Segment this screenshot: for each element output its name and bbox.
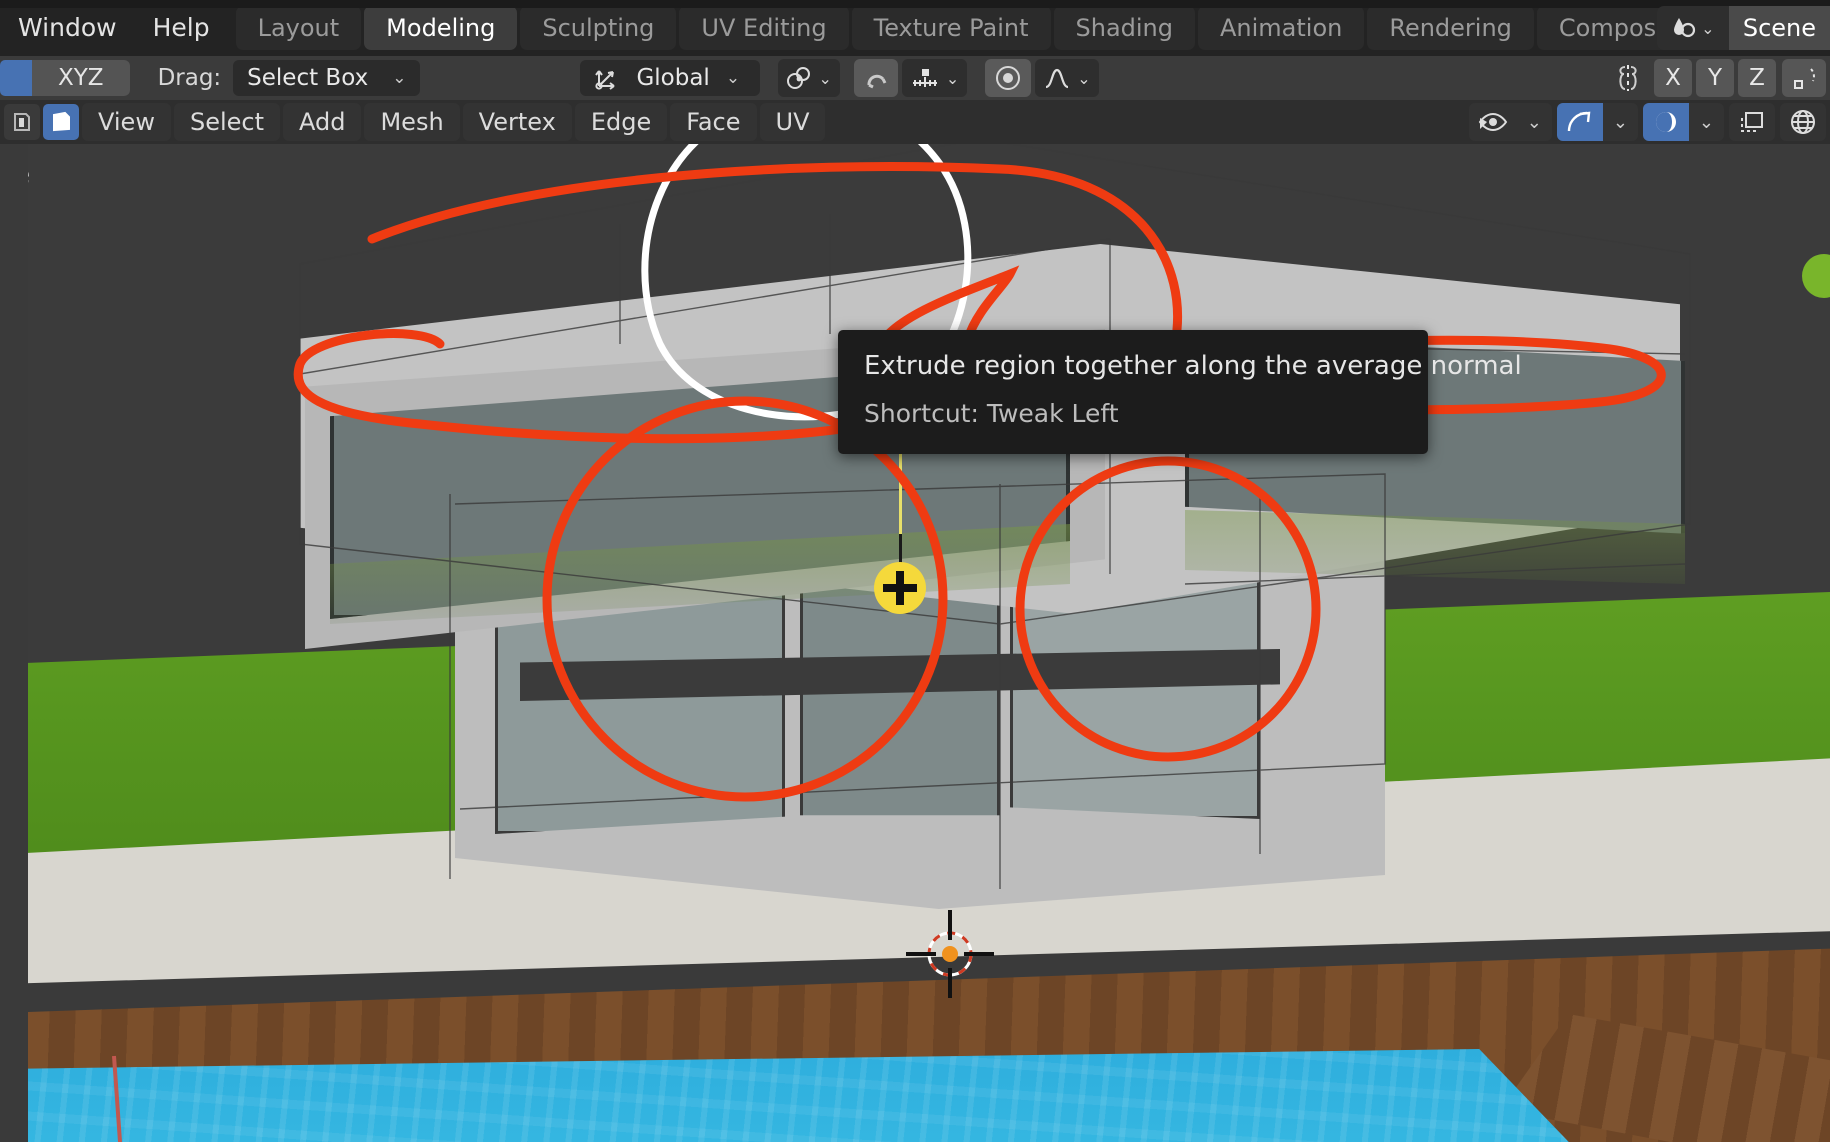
- mirror-axis-x[interactable]: X: [1654, 59, 1692, 97]
- scene-icon[interactable]: ⌄: [1656, 6, 1729, 50]
- viewport-menu-face[interactable]: Face: [670, 103, 757, 141]
- tool-active-indicator: [0, 60, 32, 96]
- falloff-dropdown[interactable]: ⌄: [1035, 59, 1099, 97]
- shading-chevron-down-icon[interactable]: ⌄: [1688, 103, 1724, 141]
- face-select-icon[interactable]: [43, 104, 79, 140]
- viewport-menu-mesh[interactable]: Mesh: [364, 103, 460, 141]
- xray-toggle-icon[interactable]: [1556, 103, 1603, 141]
- tooltip: Extrude region together along the averag…: [838, 330, 1522, 454]
- overlays-glyph-icon: [1741, 112, 1763, 132]
- top-menu-bar: Window Help Layout Modeling Sculpting UV…: [0, 0, 1830, 56]
- xray-glyph-icon: [1567, 111, 1591, 132]
- axis-chip[interactable]: XYZ: [32, 60, 130, 96]
- 3d-viewport[interactable]: Extrude region together along the averag…: [0, 144, 1830, 1142]
- workspace-tab-sculpting[interactable]: Sculpting: [520, 6, 677, 50]
- scene-name-value[interactable]: Scene: [1728, 6, 1830, 50]
- transform-orientation-dropdown[interactable]: Global ⌄: [580, 60, 761, 96]
- viewport-header: View Select Add Mesh Vertex Edge Face UV…: [0, 100, 1830, 144]
- workspace-tab-animation[interactable]: Animation: [1198, 6, 1365, 50]
- menu-help[interactable]: Help: [135, 0, 228, 56]
- workspace-tab-layout[interactable]: Layout: [235, 6, 362, 50]
- proportional-edit-toggle[interactable]: [985, 59, 1032, 97]
- chevron-down-icon: ⌄: [1077, 68, 1091, 88]
- shading-sphere-icon: [1655, 112, 1676, 132]
- vertex-icon: [14, 113, 30, 131]
- snap-corner-button[interactable]: [1782, 59, 1826, 97]
- workspace-tab-modeling[interactable]: Modeling: [364, 6, 518, 50]
- shading-control: ⌄: [1642, 103, 1724, 141]
- drag-mode-value: Select Box: [247, 65, 369, 91]
- smooth-falloff-icon: [1045, 68, 1069, 89]
- viewport-menu-add[interactable]: Add: [283, 103, 362, 141]
- viewport-header-right-controls: ⌄ ⌄ ⌄: [1468, 103, 1826, 141]
- xray-chevron-down-icon[interactable]: ⌄: [1602, 103, 1638, 141]
- workspace-tabs: Layout Modeling Sculpting UV Editing Tex…: [235, 6, 1830, 50]
- wireframe-globe-icon[interactable]: [1780, 103, 1826, 141]
- 3d-cursor: [906, 910, 994, 998]
- extrude-region-gizmo[interactable]: [874, 562, 926, 614]
- blender-window: Window Help Layout Modeling Sculpting UV…: [0, 0, 1830, 1142]
- chevron-down-icon: ⌄: [392, 68, 407, 88]
- clipped-sidebar-panel: [0, 144, 28, 1142]
- globe-glyph-icon: [1791, 110, 1815, 134]
- mirror-symmetry-icon: [1619, 65, 1637, 91]
- xray-control: ⌄: [1556, 103, 1638, 141]
- snap-increment-icon: [912, 69, 937, 87]
- chevron-down-icon: ⌄: [945, 68, 960, 88]
- magnet-icon: [867, 74, 887, 89]
- pivot-point-dropdown[interactable]: ⌄: [778, 59, 840, 97]
- mesh-select-mode-group: [0, 104, 79, 140]
- mirror-axis-y[interactable]: Y: [1696, 59, 1734, 97]
- snap-to-dropdown[interactable]: ⌄: [901, 59, 968, 97]
- tooltip-shortcut: Shortcut: Tweak Left: [864, 398, 1119, 428]
- gizmo-plus-vertical: [896, 571, 904, 605]
- pivot-point-icon: [787, 67, 811, 89]
- workspace-tab-uv-editing[interactable]: UV Editing: [679, 6, 849, 50]
- orientation-axes-icon: [595, 70, 616, 90]
- snap-corner-icon: [1794, 68, 1815, 89]
- mirror-icon[interactable]: [1606, 63, 1650, 93]
- drag-label: Drag:: [157, 65, 222, 91]
- workspace-tab-texture-paint[interactable]: Texture Paint: [851, 6, 1051, 50]
- visibility-eye-icon[interactable]: [1468, 103, 1517, 141]
- viewport-menu-view[interactable]: View: [82, 103, 171, 141]
- tool-settings-bar: XYZ Drag: Select Box ⌄ Global ⌄ ⌄ ⌄ ⌄ X …: [0, 56, 1830, 100]
- tooltip-description: Extrude region together along the averag…: [864, 351, 1522, 381]
- viewport-menu-edge[interactable]: Edge: [574, 103, 668, 141]
- chevron-down-icon: ⌄: [818, 68, 832, 88]
- viewport-menu-uv[interactable]: UV: [759, 103, 826, 141]
- mirror-axis-z[interactable]: Z: [1738, 59, 1776, 97]
- workspace-tab-rendering[interactable]: Rendering: [1367, 6, 1534, 50]
- workspace-tab-shading[interactable]: Shading: [1053, 6, 1195, 50]
- scene-glyph-icon: [1674, 18, 1696, 38]
- viewport-menu-select[interactable]: Select: [173, 103, 280, 141]
- drag-mode-dropdown[interactable]: Select Box ⌄: [233, 60, 421, 96]
- viewport-shading-icon[interactable]: [1642, 103, 1689, 141]
- face-icon: [53, 111, 70, 132]
- window-title-strip: [0, 0, 1830, 8]
- vertex-select-icon[interactable]: [4, 104, 40, 140]
- chevron-down-icon: ⌄: [725, 68, 741, 88]
- eye-glyph-icon: [1478, 112, 1507, 132]
- snap-magnet-toggle[interactable]: [853, 59, 898, 97]
- chevron-down-icon: ⌄: [1701, 18, 1715, 38]
- transform-orientation-value: Global: [636, 65, 710, 91]
- menu-window[interactable]: Window: [0, 0, 135, 56]
- viewport-menu-vertex[interactable]: Vertex: [462, 103, 572, 141]
- visibility-chevron-down-icon[interactable]: ⌄: [1516, 103, 1552, 141]
- visibility-control: ⌄: [1468, 103, 1552, 141]
- proportional-edit-icon: [996, 66, 1021, 90]
- scene-selector[interactable]: ⌄ Scene: [1656, 6, 1830, 50]
- overlays-icon[interactable]: [1729, 103, 1775, 141]
